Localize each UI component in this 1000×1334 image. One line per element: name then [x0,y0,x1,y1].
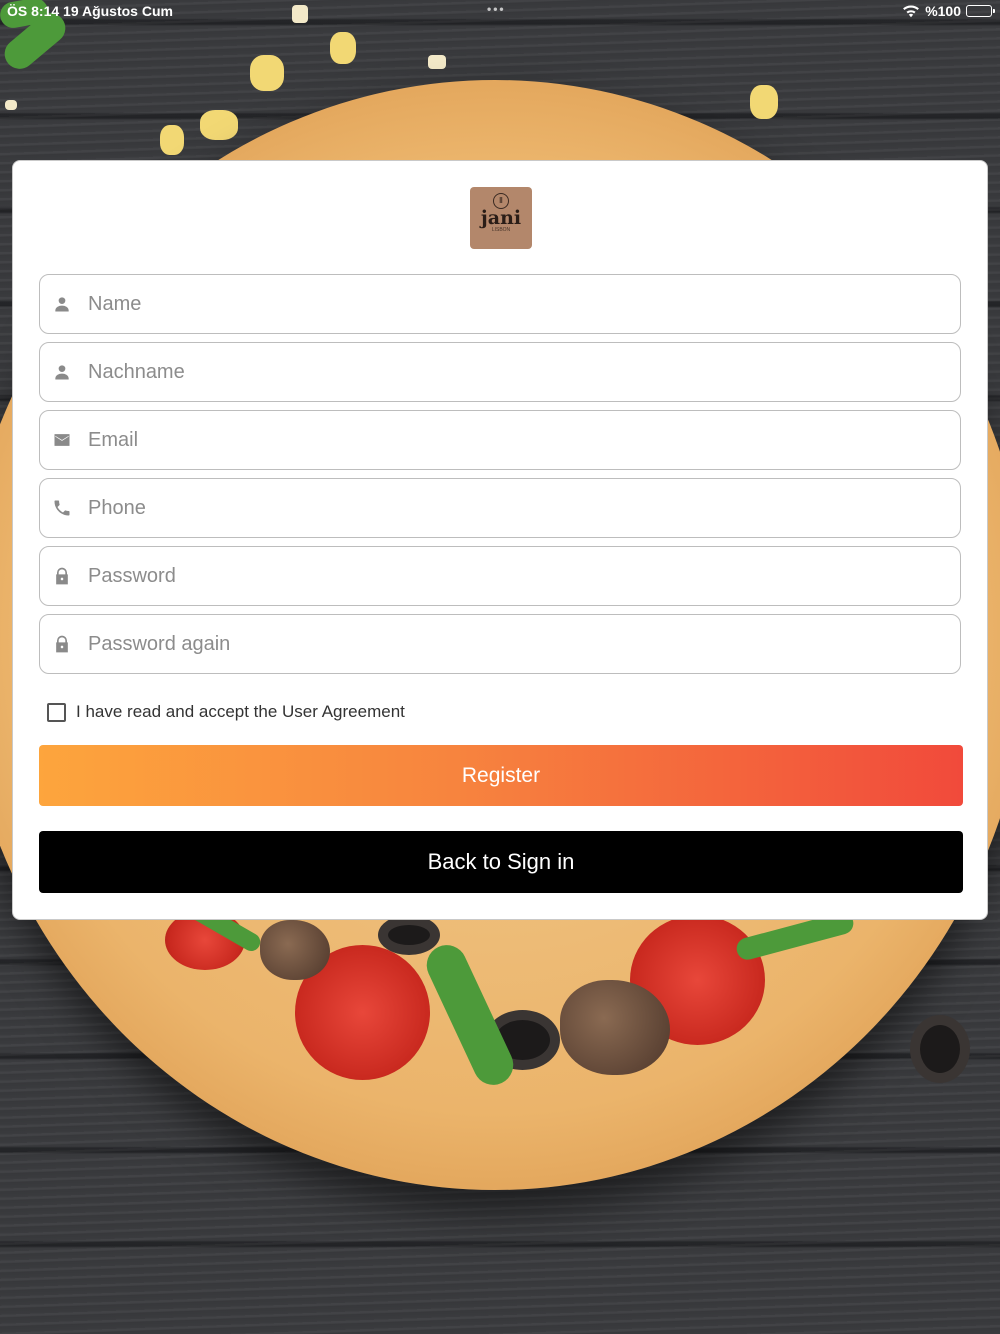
brand-logo: Ⅱ jani LISBON [470,187,532,249]
multitask-dots[interactable]: ••• [487,2,506,16]
status-right: %100 [902,3,995,19]
phone-input[interactable] [86,487,960,529]
corn-decoration [160,125,184,155]
corn-decoration [200,110,238,140]
mail-icon [52,430,72,450]
corn-decoration [250,55,284,91]
back-to-sign-in-button[interactable]: Back to Sign in [39,831,963,893]
olive [378,915,440,955]
email-field[interactable] [39,410,961,470]
mushroom [260,920,330,980]
battery-percent: %100 [925,3,961,19]
lock-icon [52,566,72,586]
battery-icon [966,5,995,17]
register-button[interactable]: Register [39,745,963,806]
nachname-input[interactable] [86,351,960,393]
nachname-field[interactable] [39,342,961,402]
agreement-row[interactable]: I have read and accept the User Agreemen… [47,702,405,722]
logo-word: jani [480,207,522,229]
name-input[interactable] [86,283,960,325]
password-input[interactable] [86,555,960,597]
email-input[interactable] [86,419,960,461]
register-card: Ⅱ jani LISBON Name Nachname Email Phone … [12,160,988,920]
person-icon [52,362,72,382]
phone-icon [52,498,72,518]
password-field[interactable] [39,546,961,606]
corn-decoration [750,85,778,119]
password-again-field[interactable] [39,614,961,674]
olive-decoration [910,1015,970,1083]
logo-sub: LISBON [491,227,511,233]
crumb-decoration [5,100,17,110]
mushroom [560,980,670,1075]
phone-field[interactable] [39,478,961,538]
corn-decoration [330,32,356,64]
status-bar: ÖS 8:14 19 Ağustos Cum ••• %100 [0,0,1000,22]
wifi-icon [903,5,920,17]
lock-icon [52,634,72,654]
password-again-input[interactable] [86,623,960,665]
name-field[interactable] [39,274,961,334]
status-time-date: ÖS 8:14 19 Ağustos Cum [7,3,173,19]
person-icon [52,294,72,314]
crumb-decoration [428,55,446,69]
agreement-checkbox[interactable] [47,702,66,722]
agreement-label[interactable]: I have read and accept the User Agreemen… [76,702,405,722]
